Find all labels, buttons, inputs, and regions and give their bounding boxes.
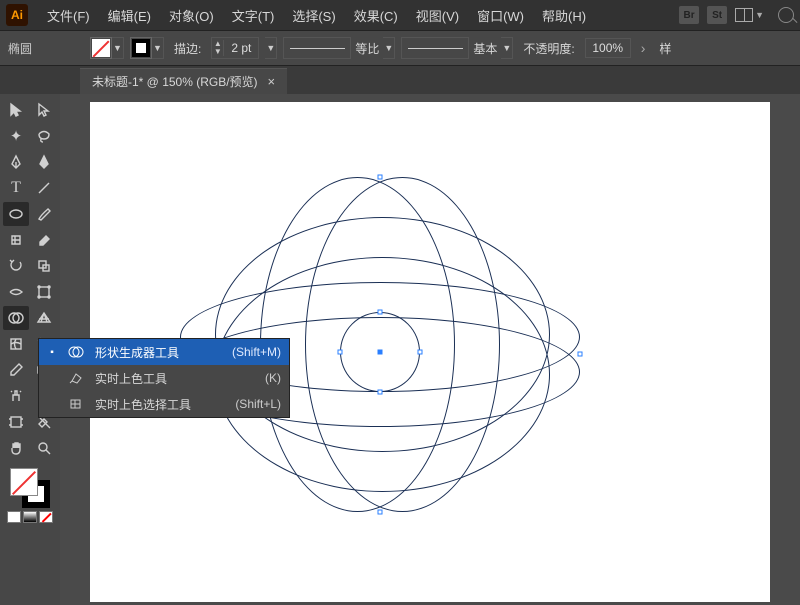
- menu-type[interactable]: 文字(T): [223, 0, 284, 30]
- color-mode-row: [7, 511, 53, 523]
- document-title: 未标题-1* @ 150% (RGB/预览): [92, 73, 258, 90]
- gradient-mode[interactable]: [23, 511, 37, 523]
- document-tab[interactable]: 未标题-1* @ 150% (RGB/预览) ×: [80, 68, 287, 94]
- mesh-tool[interactable]: [3, 332, 29, 356]
- more-arrow-icon[interactable]: ›: [641, 40, 646, 56]
- menu-window[interactable]: 窗口(W): [468, 0, 533, 30]
- app-logo: Ai: [6, 4, 28, 26]
- paintbrush-tool[interactable]: [31, 202, 57, 226]
- stroke-swatch-group[interactable]: ▼: [130, 37, 164, 59]
- profile-dropdown[interactable]: 等比▼: [283, 37, 395, 59]
- flyout-item-label: 实时上色工具: [95, 370, 255, 387]
- magic-wand-tool[interactable]: ✦: [3, 124, 29, 148]
- flyout-shape-builder[interactable]: ▪ 形状生成器工具 (Shift+M): [39, 339, 289, 365]
- brush-label: 基本: [469, 40, 501, 57]
- profile-label: 等比: [351, 40, 383, 57]
- active-tool-label: 椭圆: [8, 40, 32, 57]
- width-tool[interactable]: [3, 280, 29, 304]
- line-segment-tool[interactable]: [31, 176, 57, 200]
- flyout-shortcut: (Shift+M): [232, 345, 281, 359]
- opacity-input[interactable]: [585, 38, 631, 58]
- flyout-item-label: 实时上色选择工具: [95, 396, 225, 413]
- menubar: Ai 文件(F) 编辑(E) 对象(O) 文字(T) 选择(S) 效果(C) 视…: [0, 0, 800, 30]
- bridge-badge[interactable]: Br: [679, 6, 699, 24]
- perspective-grid-tool[interactable]: [31, 306, 57, 330]
- hand-tool[interactable]: [3, 436, 29, 460]
- artboard-tool[interactable]: [3, 410, 29, 434]
- fill-stroke-swatches[interactable]: [10, 468, 50, 508]
- flyout-live-paint[interactable]: 实时上色工具 (K): [39, 365, 289, 391]
- anchor-point[interactable]: [378, 175, 383, 180]
- close-tab-icon[interactable]: ×: [268, 74, 276, 89]
- color-mode[interactable]: [7, 511, 21, 523]
- menu-edit[interactable]: 编辑(E): [99, 0, 160, 30]
- zoom-tool[interactable]: [31, 436, 57, 460]
- anchor-point[interactable]: [578, 352, 583, 357]
- stroke-label: 描边:: [170, 40, 205, 57]
- stock-badge[interactable]: St: [707, 6, 727, 24]
- layout-switcher[interactable]: ▼: [735, 8, 764, 22]
- eraser-tool[interactable]: [31, 228, 57, 252]
- shape-builder-icon: [67, 345, 85, 359]
- brush-dropdown[interactable]: 基本▼: [401, 37, 513, 59]
- selection-tool[interactable]: [3, 98, 29, 122]
- rotate-tool[interactable]: [3, 254, 29, 278]
- stroke-weight-input[interactable]: ▲▼: [211, 37, 259, 59]
- scale-tool[interactable]: [31, 254, 57, 278]
- flyout-shortcut: (K): [265, 371, 281, 385]
- free-transform-tool[interactable]: [31, 280, 57, 304]
- anchor-point[interactable]: [418, 350, 423, 355]
- menu-object[interactable]: 对象(O): [160, 0, 223, 30]
- selection-center: [378, 350, 383, 355]
- flyout-item-label: 形状生成器工具: [95, 344, 222, 361]
- direct-selection-tool[interactable]: [31, 98, 57, 122]
- live-paint-icon: [67, 371, 85, 385]
- curvature-tool[interactable]: [31, 150, 57, 174]
- document-tabbar: 未标题-1* @ 150% (RGB/预览) ×: [0, 66, 800, 94]
- fill-swatch-group[interactable]: ▼: [90, 37, 124, 59]
- selected-marker-icon: ▪: [47, 347, 57, 358]
- menu-help[interactable]: 帮助(H): [533, 0, 595, 30]
- lasso-tool[interactable]: [31, 124, 57, 148]
- menu-select[interactable]: 选择(S): [283, 0, 344, 30]
- tool-flyout-menu: ▪ 形状生成器工具 (Shift+M) 实时上色工具 (K) 实时上色选择工具 …: [38, 338, 290, 418]
- opacity-label: 不透明度:: [519, 40, 578, 57]
- pen-tool[interactable]: [3, 150, 29, 174]
- anchor-point[interactable]: [338, 350, 343, 355]
- symbol-sprayer-tool[interactable]: [3, 384, 29, 408]
- flyout-live-paint-select[interactable]: 实时上色选择工具 (Shift+L): [39, 391, 289, 417]
- fill-swatch[interactable]: [10, 468, 38, 496]
- type-tool[interactable]: T: [3, 176, 29, 200]
- eyedropper-tool[interactable]: [3, 358, 29, 382]
- control-bar: 椭圆 ▼ ▼ 描边: ▲▼ ▼ 等比▼ 基本▼ 不透明度: › 样: [0, 30, 800, 66]
- live-paint-select-icon: [67, 397, 85, 411]
- anchor-point[interactable]: [378, 510, 383, 515]
- ellipse-tool[interactable]: [3, 202, 29, 226]
- anchor-point[interactable]: [378, 390, 383, 395]
- search-icon[interactable]: [778, 7, 794, 23]
- menu-effect[interactable]: 效果(C): [345, 0, 407, 30]
- opacity-field[interactable]: [585, 38, 631, 58]
- stroke-weight-dropdown[interactable]: ▼: [265, 37, 277, 59]
- none-mode[interactable]: [39, 511, 53, 523]
- menu-view[interactable]: 视图(V): [407, 0, 468, 30]
- style-label[interactable]: 样: [655, 40, 675, 57]
- shape-builder-tool[interactable]: [3, 306, 29, 330]
- menu-file[interactable]: 文件(F): [38, 0, 99, 30]
- anchor-point[interactable]: [378, 310, 383, 315]
- flyout-shortcut: (Shift+L): [235, 397, 281, 411]
- stroke-weight-field[interactable]: [224, 38, 258, 58]
- shaper-tool[interactable]: [3, 228, 29, 252]
